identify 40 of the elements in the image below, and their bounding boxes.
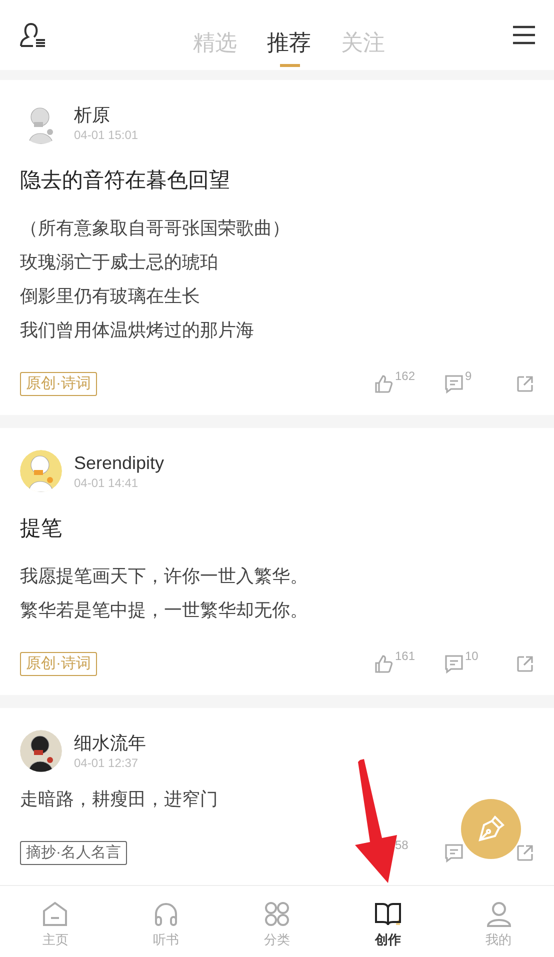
person-icon: [484, 900, 513, 928]
like-count: 58: [395, 837, 408, 854]
share-icon[interactable]: [516, 655, 534, 673]
home-icon: [41, 900, 70, 928]
post-time: 04-01 12:37: [74, 755, 140, 771]
nav-tab[interactable]: 创作: [332, 886, 444, 957]
share-icon[interactable]: [516, 375, 534, 393]
share-icon[interactable]: [516, 844, 534, 862]
post-text-line: 我们曾用体温烘烤过的那片海: [20, 319, 255, 342]
post-text-line: 倒影里仍有玻璃在生长: [20, 285, 201, 308]
post-title[interactable]: 隐去的音符在暮色回望: [20, 166, 534, 196]
menu-icon[interactable]: [512, 25, 536, 45]
book-icon: [374, 900, 402, 928]
post-text-line: 走暗路，耕瘦田，进窄门: [20, 788, 219, 811]
post-time: 04-01 15:01: [74, 127, 138, 143]
post-tag[interactable]: 摘抄·名人名言: [20, 841, 127, 865]
post-text-line: 繁华若是笔中提，一世繁华却无你。: [20, 599, 309, 622]
author-name[interactable]: Serendipity: [74, 451, 164, 475]
write-button[interactable]: [461, 799, 521, 859]
like-count: 161: [395, 648, 416, 665]
post-text-line: 我愿提笔画天下，许你一世入繁华。: [20, 565, 309, 588]
comment-count: 9: [465, 368, 472, 385]
comment-count: 10: [465, 648, 478, 665]
grid-icon: [262, 900, 291, 928]
author-name[interactable]: 析原: [74, 103, 138, 127]
author-name[interactable]: 细水流年: [74, 731, 146, 755]
comment-icon[interactable]: [444, 843, 464, 863]
tab-indicator: [280, 64, 300, 67]
feed-tab[interactable]: 推荐: [267, 20, 311, 64]
like-count: 162: [395, 368, 416, 385]
post-text-line: 玫瑰溺亡于威士忌的琥珀: [20, 251, 219, 274]
post-time: 04-01 14:41: [74, 475, 140, 491]
comment-icon[interactable]: [444, 654, 464, 674]
profile-menu-icon[interactable]: [18, 21, 48, 49]
post-title[interactable]: 提笔: [20, 514, 534, 544]
thumbs-up-icon[interactable]: [374, 374, 394, 394]
thumbs-up-icon[interactable]: [374, 654, 394, 674]
pen-nib-icon: [476, 814, 506, 844]
comment-icon[interactable]: [444, 374, 464, 394]
post-text-line: （所有意象取自哥哥张国荣歌曲）: [20, 217, 291, 240]
